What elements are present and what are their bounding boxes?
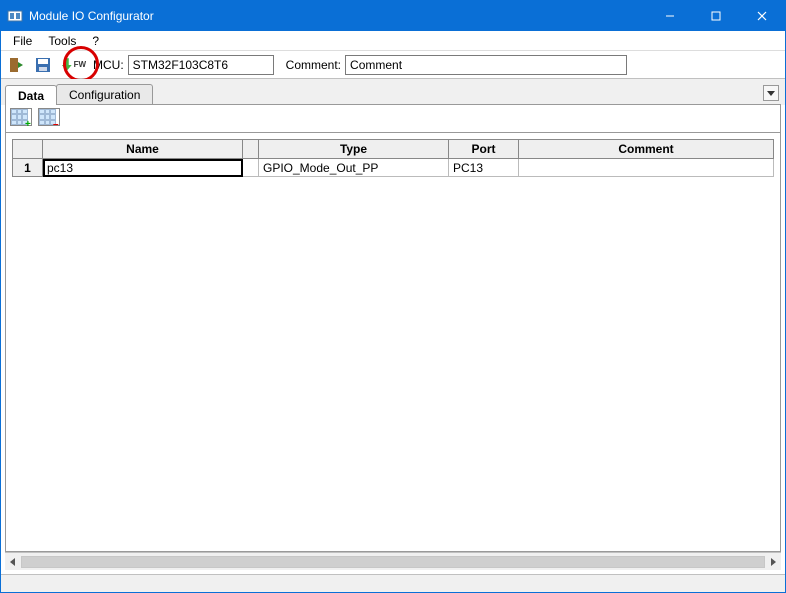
add-row-button[interactable]: +	[10, 108, 32, 126]
header-comment[interactable]: Comment	[519, 140, 774, 159]
menu-help[interactable]: ?	[84, 32, 107, 50]
cell-type[interactable]: GPIO_Mode_Out_PP	[259, 159, 449, 177]
data-grid[interactable]: Name Type Port Comment 1 pc13 GPIO_Mode_…	[12, 139, 774, 177]
toolbar: FW MCU: Comment:	[1, 51, 785, 79]
row-number[interactable]: 1	[13, 159, 43, 177]
window-title: Module IO Configurator	[29, 9, 154, 23]
scroll-left-button[interactable]	[5, 554, 21, 570]
tab-configuration[interactable]: Configuration	[56, 84, 153, 104]
header-type[interactable]: Type	[259, 140, 449, 159]
cell-name[interactable]: pc13	[43, 159, 243, 177]
mcu-input[interactable]	[128, 55, 274, 75]
menu-tools[interactable]: Tools	[40, 32, 84, 50]
grid-toolbar: + –	[5, 105, 781, 133]
mcu-label: MCU:	[93, 58, 124, 72]
app-icon	[7, 8, 23, 24]
comment-label: Comment:	[286, 58, 341, 72]
tab-data[interactable]: Data	[5, 85, 57, 105]
scroll-thumb[interactable]	[22, 557, 764, 567]
save-button[interactable]	[31, 53, 55, 77]
minus-icon: –	[53, 122, 59, 128]
tab-overflow-button[interactable]	[763, 85, 779, 101]
download-fw-button[interactable]: FW	[57, 53, 87, 77]
fw-badge: FW	[74, 60, 86, 69]
scroll-right-button[interactable]	[765, 554, 781, 570]
status-bar	[1, 574, 785, 592]
cell-comment[interactable]	[519, 159, 774, 177]
header-rownum[interactable]	[13, 140, 43, 159]
title-bar: Module IO Configurator	[1, 1, 785, 31]
tab-strip: Data Configuration	[1, 79, 785, 105]
horizontal-scrollbar[interactable]	[5, 552, 781, 570]
header-port[interactable]: Port	[449, 140, 519, 159]
minimize-button[interactable]	[647, 1, 693, 31]
cell-spacer[interactable]	[243, 159, 259, 177]
exit-button[interactable]	[5, 53, 29, 77]
cell-port[interactable]: PC13	[449, 159, 519, 177]
scroll-track[interactable]	[21, 556, 765, 568]
header-spacer[interactable]	[243, 140, 259, 159]
maximize-button[interactable]	[693, 1, 739, 31]
remove-row-button[interactable]: –	[38, 108, 60, 126]
data-grid-panel: Name Type Port Comment 1 pc13 GPIO_Mode_…	[5, 133, 781, 552]
menu-file[interactable]: File	[5, 32, 40, 50]
table-row[interactable]: 1 pc13 GPIO_Mode_Out_PP PC13	[13, 159, 774, 177]
plus-icon: +	[25, 122, 31, 128]
comment-input[interactable]	[345, 55, 627, 75]
header-row: Name Type Port Comment	[13, 140, 774, 159]
header-name[interactable]: Name	[43, 140, 243, 159]
menu-bar: File Tools ?	[1, 31, 785, 51]
close-button[interactable]	[739, 1, 785, 31]
